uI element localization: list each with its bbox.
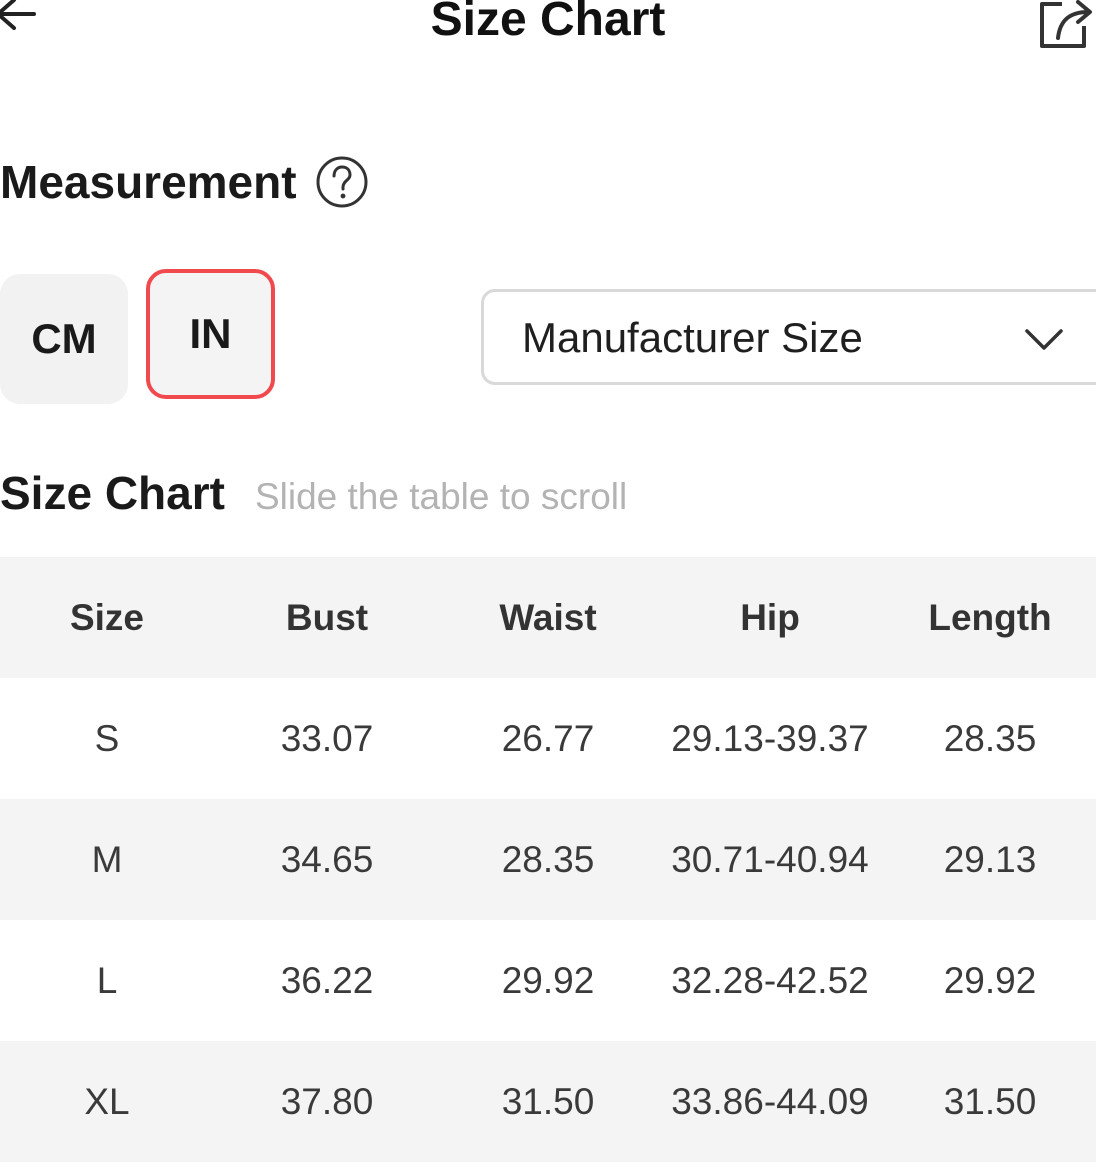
table-cell-hip: 32.28-42.52 <box>671 959 869 1001</box>
scroll-hint: Slide the table to scroll <box>254 476 628 517</box>
measurement-title: Measurement <box>0 156 297 208</box>
size-type-value: Manufacturer Size <box>522 314 863 361</box>
table-cell-length: 29.92 <box>943 959 1037 1001</box>
column-header-size: Size <box>69 596 145 638</box>
table-header-row: Size Bust Waist Hip Length <box>0 557 1096 678</box>
table-row: L 36.22 29.92 32.28-42.52 29.92 <box>0 920 1096 1041</box>
table-cell-size: M <box>91 838 123 880</box>
table-cell-bust: 37.80 <box>280 1080 374 1122</box>
size-chart-heading: Size Chart Slide the table to scroll <box>0 466 627 526</box>
table-row: M 34.65 28.35 30.71-40.94 29.13 <box>0 799 1096 920</box>
column-header-hip: Hip <box>740 596 800 638</box>
table-cell-bust: 33.07 <box>280 717 374 759</box>
size-type-dropdown[interactable]: Manufacturer Size <box>481 289 1096 385</box>
table-cell-waist: 31.50 <box>501 1080 595 1122</box>
table-cell-bust: 34.65 <box>280 838 374 880</box>
table-cell-hip: 29.13-39.37 <box>671 717 869 759</box>
column-header-bust: Bust <box>285 596 369 638</box>
table-cell-bust: 36.22 <box>280 959 374 1001</box>
chevron-down-icon <box>1025 329 1063 350</box>
unit-cm-button[interactable]: CM <box>0 274 128 404</box>
share-icon[interactable] <box>1038 0 1094 52</box>
table-row: S 33.07 26.77 29.13-39.37 28.35 <box>0 678 1096 799</box>
size-chart-title: Size Chart <box>0 467 225 519</box>
table-cell-length: 28.35 <box>943 717 1037 759</box>
table-cell-length: 29.13 <box>943 838 1037 880</box>
table-cell-size: S <box>94 717 120 759</box>
question-circle-icon[interactable] <box>315 155 369 209</box>
table-row: XL 37.80 31.50 33.86-44.09 31.50 <box>0 1041 1096 1162</box>
table-cell-waist: 26.77 <box>501 717 595 759</box>
header-bar: Size Chart <box>0 0 1096 60</box>
table-cell-size: L <box>96 959 118 1001</box>
page-title: Size Chart <box>430 0 666 46</box>
table-cell-hip: 33.86-44.09 <box>671 1080 869 1122</box>
column-header-length: Length <box>928 596 1052 638</box>
table-cell-hip: 30.71-40.94 <box>671 838 869 880</box>
table-cell-size: XL <box>84 1080 130 1122</box>
table-cell-length: 31.50 <box>943 1080 1037 1122</box>
size-table[interactable]: Size Bust Waist Hip Length S 33.07 26.77… <box>0 557 1096 1162</box>
table-cell-waist: 28.35 <box>501 838 595 880</box>
measurement-row: Measurement <box>0 152 369 212</box>
column-header-waist: Waist <box>499 596 597 638</box>
table-cell-waist: 29.92 <box>501 959 595 1001</box>
unit-in-button[interactable]: IN <box>146 269 275 399</box>
